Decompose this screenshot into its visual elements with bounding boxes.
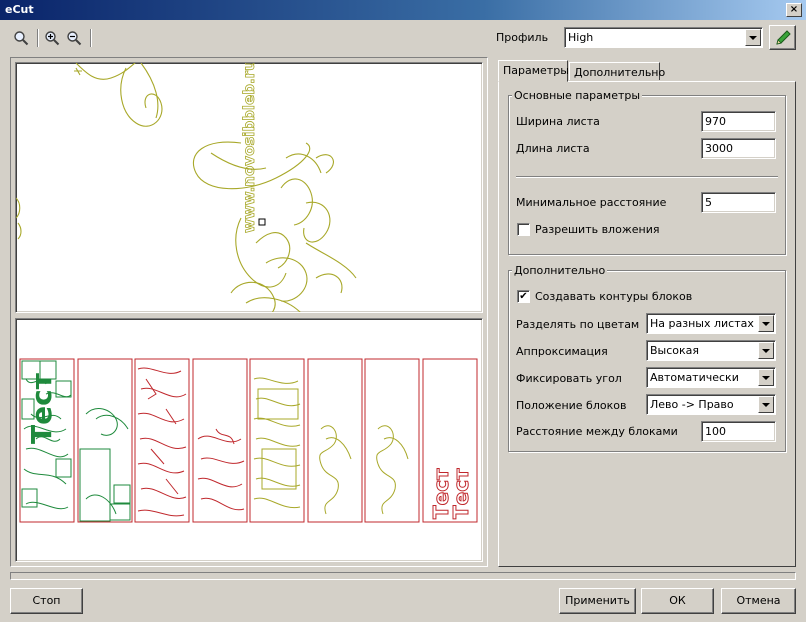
- sheet-preview-artwork: Тест Тест Тест: [19, 358, 478, 523]
- magnifier-icon: [14, 31, 29, 46]
- layout-block: [364, 358, 420, 523]
- chevron-down-icon[interactable]: [758, 315, 774, 332]
- zoom-out-icon: [67, 31, 82, 46]
- block-position-value: Лево -> Право: [650, 398, 734, 411]
- divider: [516, 176, 778, 178]
- create-contours-label[interactable]: Создавать контуры блоков: [535, 290, 692, 303]
- min-distance-value: 5: [705, 196, 712, 209]
- layout-block: [77, 358, 133, 523]
- chevron-down-icon[interactable]: [758, 396, 774, 413]
- profile-select[interactable]: High: [564, 27, 763, 48]
- basic-params-legend: Основные параметры: [512, 89, 643, 102]
- block-distance-input[interactable]: 100: [701, 421, 776, 442]
- sheet-length-label: Длина листа: [516, 142, 590, 155]
- block-position-label: Положение блоков: [516, 399, 627, 412]
- split-colors-select[interactable]: На разных листах: [646, 313, 776, 334]
- split-colors-label: Разделять по цветам: [516, 318, 640, 331]
- sheet-preview-canvas[interactable]: Тест Тест Тест: [15, 318, 483, 562]
- additional-legend: Дополнительно: [512, 264, 608, 277]
- profile-label: Профиль: [496, 31, 549, 44]
- fix-angle-label: Фиксировать угол: [516, 372, 622, 385]
- layout-block: [134, 358, 190, 523]
- tab-parameters[interactable]: Параметры: [498, 60, 569, 82]
- block-distance-label: Расстояние между блоками: [516, 425, 678, 438]
- window-title: eCut: [5, 3, 34, 16]
- edit-profile-button[interactable]: [769, 25, 796, 50]
- block-position-select[interactable]: Лево -> Право: [646, 394, 776, 415]
- zoom-preview-canvas[interactable]: www.novosibbleb.ru: [15, 62, 483, 313]
- zoom-out-button[interactable]: [64, 28, 84, 48]
- zoom-preview-artwork: www.novosibbleb.ru: [16, 63, 357, 312]
- zoom-in-button[interactable]: [42, 28, 62, 48]
- approximation-value: Высокая: [650, 344, 700, 357]
- test-text: Тест: [429, 468, 453, 519]
- chevron-down-icon[interactable]: [745, 29, 761, 46]
- toolbar-separator: [90, 29, 92, 47]
- approximation-select[interactable]: Высокая: [646, 340, 776, 361]
- sheet-length-value: 3000: [705, 142, 733, 155]
- fix-angle-value: Автоматически: [650, 371, 739, 384]
- allow-nesting-label[interactable]: Разрешить вложения: [535, 223, 659, 236]
- close-button[interactable]: ×: [786, 3, 802, 17]
- allow-nesting-checkbox[interactable]: [517, 223, 530, 236]
- tab-advanced-label: Дополнительно: [574, 66, 666, 79]
- toolbar-separator: [37, 29, 39, 47]
- chevron-down-icon[interactable]: [758, 369, 774, 386]
- tab-advanced[interactable]: Дополнительно: [569, 62, 665, 80]
- ok-button[interactable]: ОК: [641, 588, 714, 614]
- zoom-fit-button[interactable]: [11, 28, 31, 48]
- url-text: www.novosibbleb.ru: [240, 63, 258, 233]
- progress-bar: [10, 572, 796, 580]
- profile-value: High: [568, 31, 594, 44]
- test-text: Тест: [25, 372, 58, 444]
- pencil-icon: [775, 29, 791, 45]
- sheet-width-value: 970: [705, 115, 726, 128]
- zoom-in-icon: [45, 31, 60, 46]
- approximation-label: Аппроксимация: [516, 345, 608, 358]
- stop-button[interactable]: Стоп: [10, 588, 83, 614]
- cancel-button[interactable]: Отмена: [721, 588, 796, 614]
- check-icon: ✔: [519, 290, 528, 302]
- split-colors-value: На разных листах: [650, 317, 754, 330]
- tab-parameters-label: Параметры: [503, 64, 569, 77]
- close-icon: ×: [789, 4, 799, 15]
- title-bar[interactable]: eCut ×: [0, 0, 806, 20]
- sheet-length-input[interactable]: 3000: [701, 138, 776, 159]
- layout-block: [307, 358, 363, 523]
- apply-button[interactable]: Применить: [559, 588, 636, 614]
- chevron-down-icon[interactable]: [758, 342, 774, 359]
- sheet-width-input[interactable]: 970: [701, 111, 776, 132]
- min-distance-label: Минимальное расстояние: [516, 196, 667, 209]
- layout-block: [249, 358, 305, 523]
- sheet-width-label: Ширина листа: [516, 115, 600, 128]
- fix-angle-select[interactable]: Автоматически: [646, 367, 776, 388]
- min-distance-input[interactable]: 5: [701, 192, 776, 213]
- create-contours-checkbox[interactable]: ✔: [517, 290, 530, 303]
- block-distance-value: 100: [705, 425, 726, 438]
